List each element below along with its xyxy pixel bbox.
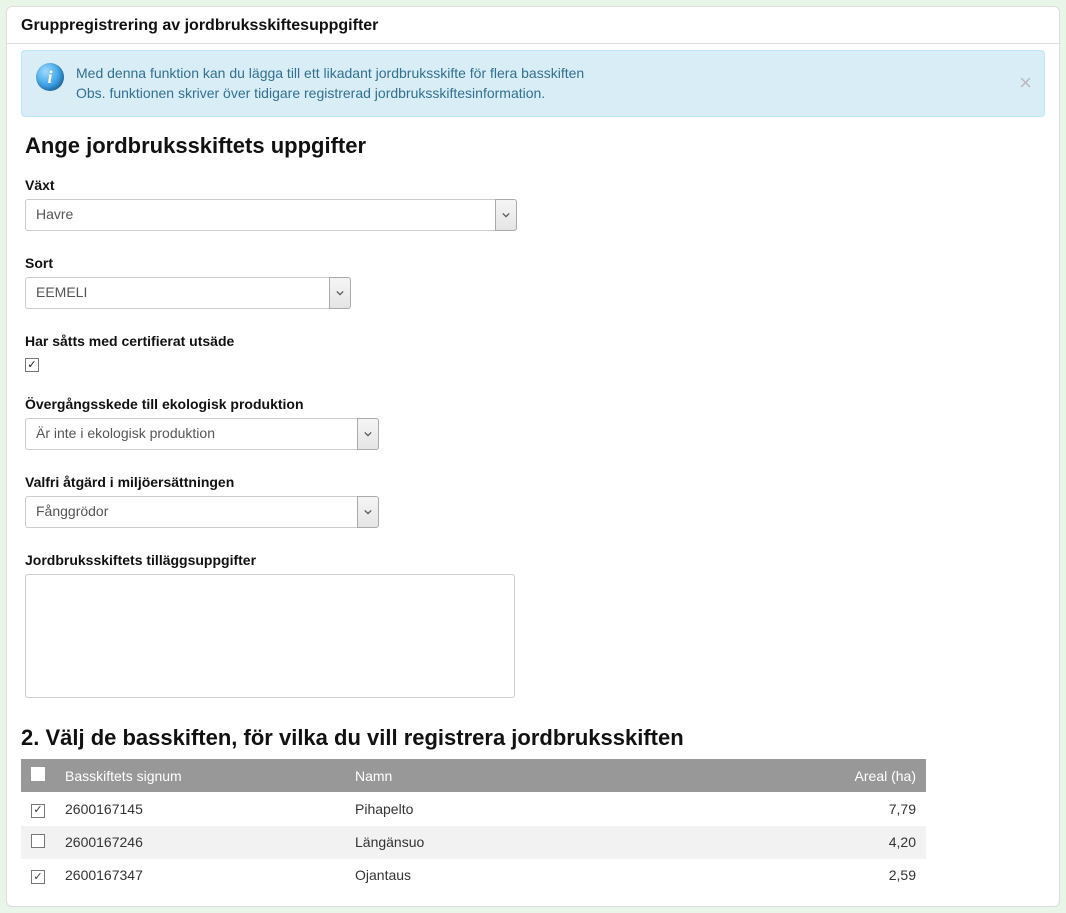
info-line1: Med denna funktion kan du lägga till ett… [76, 63, 584, 83]
area-cell: 7,79 [806, 792, 926, 826]
env-action-select[interactable]: Fånggrödor [25, 496, 379, 528]
area-cell: 2,59 [806, 859, 926, 893]
extra-textarea[interactable] [25, 574, 515, 698]
certified-group: Har såtts med certifierat utsäde [25, 333, 1045, 373]
transition-value: Är inte i ekologisk produktion [25, 418, 357, 450]
close-icon[interactable]: × [1019, 72, 1032, 94]
header-checkbox-cell [21, 759, 55, 792]
variety-label: Sort [25, 255, 1045, 271]
plant-select[interactable]: Havre [25, 199, 517, 231]
select-all-checkbox[interactable] [31, 767, 45, 781]
row-checkbox[interactable] [31, 804, 45, 818]
signum-cell: 2600167145 [55, 792, 345, 826]
info-text: Med denna funktion kan du lägga till ett… [76, 63, 584, 104]
plant-value: Havre [25, 199, 495, 231]
transition-select[interactable]: Är inte i ekologisk produktion [25, 418, 379, 450]
col-signum: Basskiftets signum [55, 759, 345, 792]
signum-cell: 2600167347 [55, 859, 345, 893]
certified-checkbox[interactable] [25, 358, 39, 372]
env-action-group: Valfri åtgärd i miljöersättningen Fånggr… [25, 474, 1045, 528]
card-title: Gruppregistrering av jordbruksskiftesupp… [7, 7, 1059, 44]
row-checkbox[interactable] [31, 870, 45, 884]
row-checkbox-cell [21, 792, 55, 826]
transition-label: Övergångsskede till ekologisk produktion [25, 396, 1045, 412]
plant-group: Växt Havre [25, 177, 1045, 231]
transition-group: Övergångsskede till ekologisk produktion… [25, 396, 1045, 450]
name-cell: Pihapelto [345, 792, 806, 826]
area-cell: 4,20 [806, 826, 926, 859]
chevron-down-icon[interactable] [329, 277, 351, 309]
variety-value: EEMELI [25, 277, 329, 309]
name-cell: Ojantaus [345, 859, 806, 893]
section-2-title: 2. Välj de basskiften, för vilka du vill… [21, 725, 1045, 751]
chevron-down-icon[interactable] [357, 418, 379, 450]
plant-label: Växt [25, 177, 1045, 193]
group-registration-card: Gruppregistrering av jordbruksskiftesupp… [6, 6, 1060, 907]
extra-label: Jordbruksskiftets tilläggsuppgifter [25, 552, 1045, 568]
row-checkbox-cell [21, 826, 55, 859]
info-icon: i [36, 63, 64, 91]
table-row: 2600167145Pihapelto7,79 [21, 792, 926, 826]
env-action-value: Fånggrödor [25, 496, 357, 528]
chevron-down-icon[interactable] [357, 496, 379, 528]
certified-label: Har såtts med certifierat utsäde [25, 333, 1045, 349]
section-1-title: Ange jordbruksskiftets uppgifter [25, 133, 1045, 159]
variety-group: Sort EEMELI [25, 255, 1045, 309]
name-cell: Längänsuo [345, 826, 806, 859]
variety-select[interactable]: EEMELI [25, 277, 351, 309]
chevron-down-icon[interactable] [495, 199, 517, 231]
row-checkbox[interactable] [31, 834, 45, 848]
info-line2: Obs. funktionen skriver över tidigare re… [76, 83, 584, 103]
signum-cell: 2600167246 [55, 826, 345, 859]
parcel-table: Basskiftets signum Namn Areal (ha) 26001… [21, 759, 926, 892]
row-checkbox-cell [21, 859, 55, 893]
card-body: i Med denna funktion kan du lägga till e… [7, 44, 1059, 906]
table-row: 2600167347Ojantaus2,59 [21, 859, 926, 893]
table-row: 2600167246Längänsuo4,20 [21, 826, 926, 859]
info-alert: i Med denna funktion kan du lägga till e… [21, 50, 1045, 117]
extra-group: Jordbruksskiftets tilläggsuppgifter [25, 552, 1045, 701]
env-action-label: Valfri åtgärd i miljöersättningen [25, 474, 1045, 490]
col-name: Namn [345, 759, 806, 792]
col-area: Areal (ha) [806, 759, 926, 792]
